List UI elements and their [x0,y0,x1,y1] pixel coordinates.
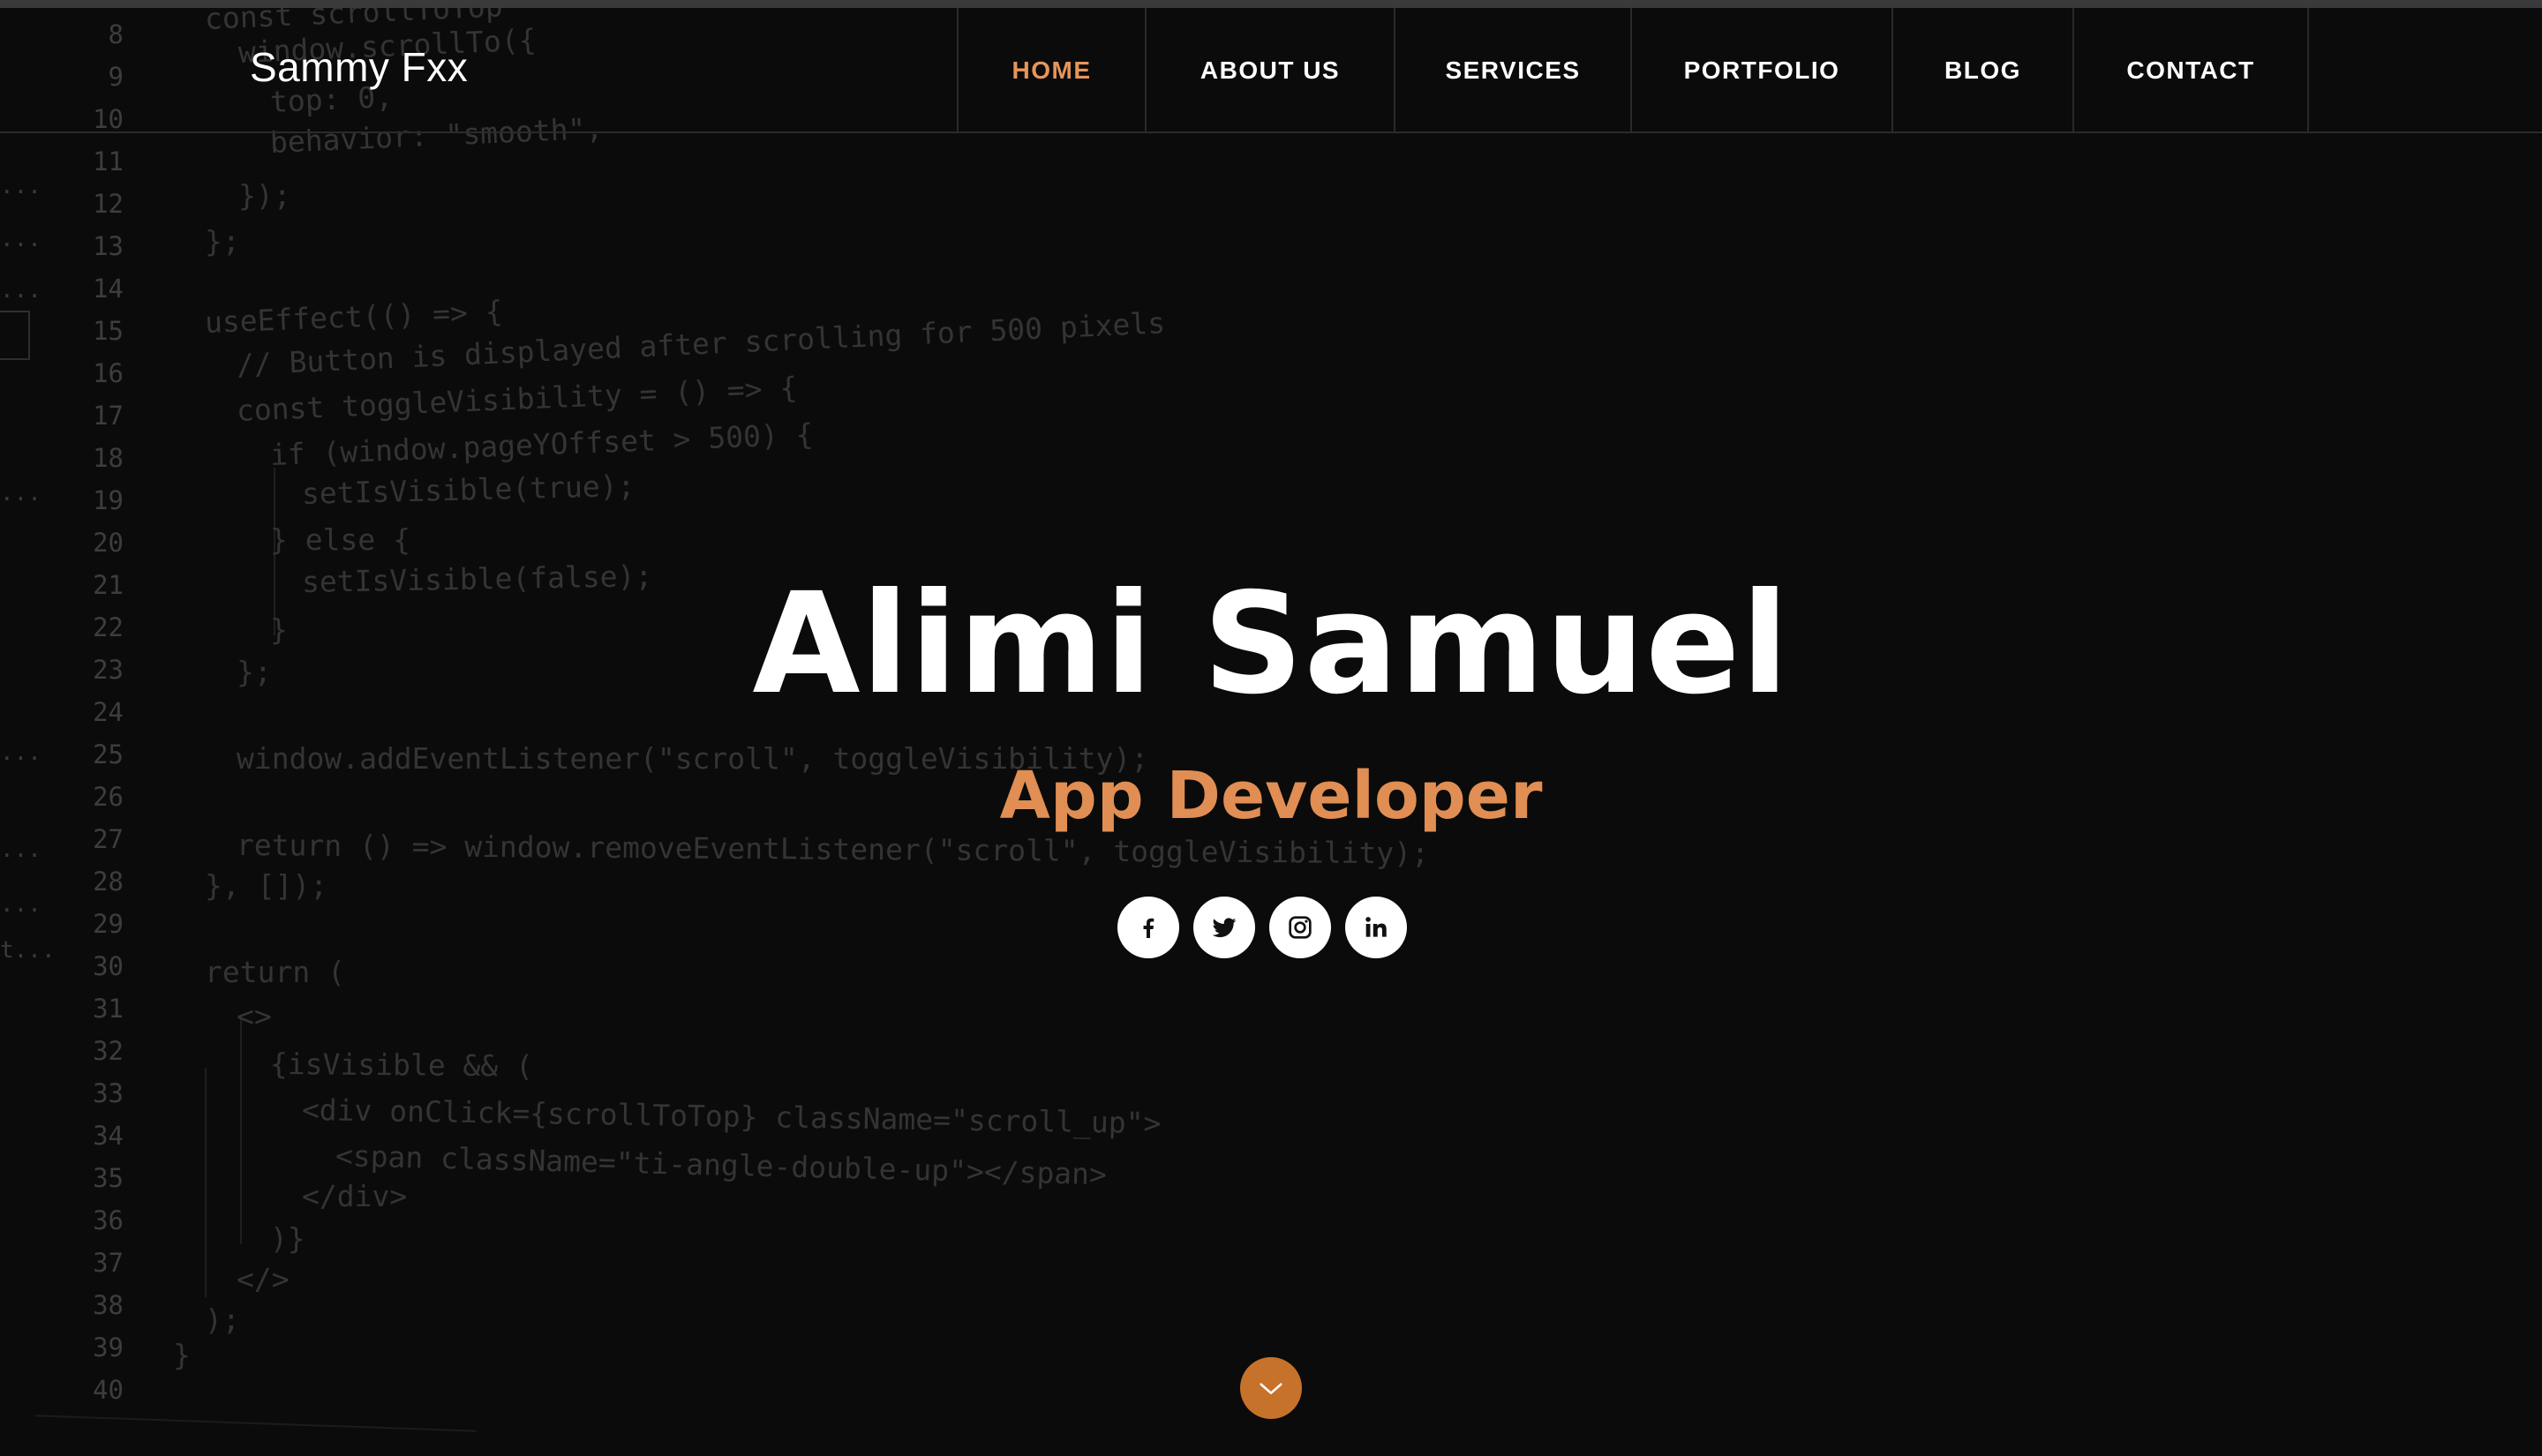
instagram-link[interactable] [1269,897,1331,958]
twitter-icon [1212,918,1237,938]
linkedin-link[interactable] [1345,897,1407,958]
nav-menu: HOME ABOUT US SERVICES PORTFOLIO BLOG CO… [957,8,2309,132]
nav-item-portfolio[interactable]: PORTFOLIO [1632,8,1893,132]
twitter-link[interactable] [1193,897,1255,958]
navbar: Sammy Fxx HOME ABOUT US SERVICES PORTFOL… [0,8,2542,133]
brand-logo[interactable]: Sammy Fxx [250,43,468,91]
linkedin-icon [1365,917,1387,937]
hero-section: Alimi Samuel App Developer [0,0,2542,1456]
page: ... ... ... ... ... ... ... t... 8 9 10 … [0,0,2542,1456]
scroll-down-button[interactable] [1240,1357,1302,1419]
hero-name: Alimi Samuel [752,563,1790,725]
chevron-down-icon [1260,1383,1282,1394]
nav-item-blog[interactable]: BLOG [1893,8,2074,132]
facebook-link[interactable] [1117,897,1179,958]
nav-item-services[interactable]: SERVICES [1395,8,1632,132]
instagram-icon [1289,916,1312,939]
nav-item-home[interactable]: HOME [959,8,1147,132]
hero-role: App Developer [999,758,1543,834]
nav-item-about-us[interactable]: ABOUT US [1147,8,1395,132]
facebook-icon [1143,918,1154,938]
social-links [1117,897,1407,958]
nav-item-contact[interactable]: CONTACT [2074,8,2309,132]
nav-divider [0,131,2542,133]
